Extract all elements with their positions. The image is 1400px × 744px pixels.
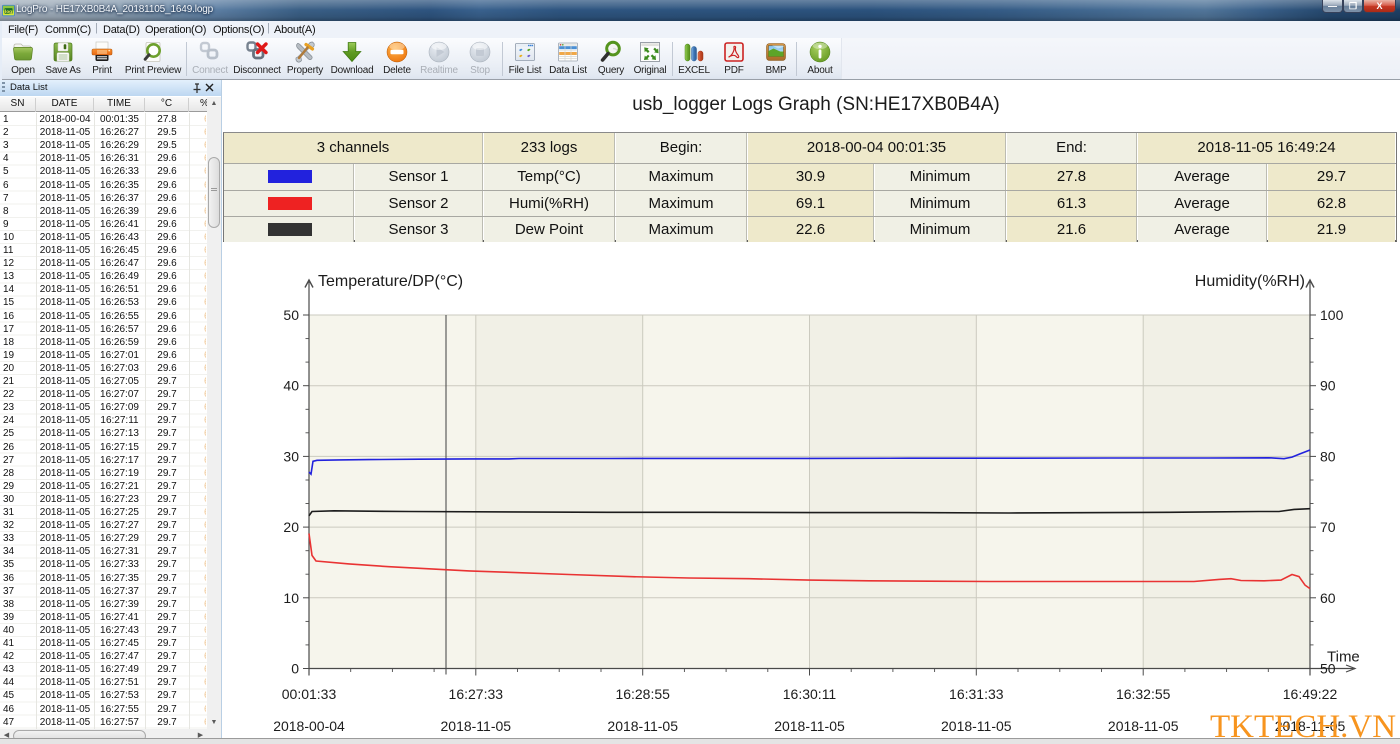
svg-text:Humidity(%RH): Humidity(%RH) (1195, 273, 1305, 290)
svg-text:60: 60 (1320, 590, 1336, 606)
svg-text:30: 30 (283, 448, 299, 464)
svg-text:16:32:55: 16:32:55 (1116, 686, 1171, 702)
svg-text:20: 20 (283, 519, 299, 535)
svg-text:2018-11-05: 2018-11-05 (774, 718, 845, 734)
svg-text:Time: Time (1327, 649, 1360, 666)
svg-text:40: 40 (283, 378, 299, 394)
svg-text:2018-11-05: 2018-11-05 (941, 718, 1012, 734)
svg-text:16:31:33: 16:31:33 (949, 686, 1004, 702)
svg-text:2018-11-05: 2018-11-05 (441, 718, 512, 734)
svg-text:0: 0 (291, 661, 299, 677)
svg-text:50: 50 (283, 307, 299, 323)
svg-text:2018-11-05: 2018-11-05 (607, 718, 678, 734)
svg-text:log: log (5, 9, 12, 15)
svg-text:00:01:33: 00:01:33 (282, 686, 337, 702)
svg-text:16:49:22: 16:49:22 (1283, 686, 1338, 702)
svg-text:16:30:11: 16:30:11 (783, 686, 837, 702)
svg-text:2018-11-05: 2018-11-05 (1108, 718, 1179, 734)
svg-text:70: 70 (1320, 519, 1336, 535)
svg-text:10: 10 (283, 590, 299, 606)
svg-text:90: 90 (1320, 378, 1336, 394)
svg-text:16:27:33: 16:27:33 (449, 686, 504, 702)
svg-text:16:28:55: 16:28:55 (615, 686, 670, 702)
svg-text:80: 80 (1320, 448, 1336, 464)
svg-text:100: 100 (1320, 307, 1344, 323)
svg-text:2018-00-04: 2018-00-04 (273, 718, 345, 734)
svg-text:Temperature/DP(°C): Temperature/DP(°C) (318, 273, 463, 290)
